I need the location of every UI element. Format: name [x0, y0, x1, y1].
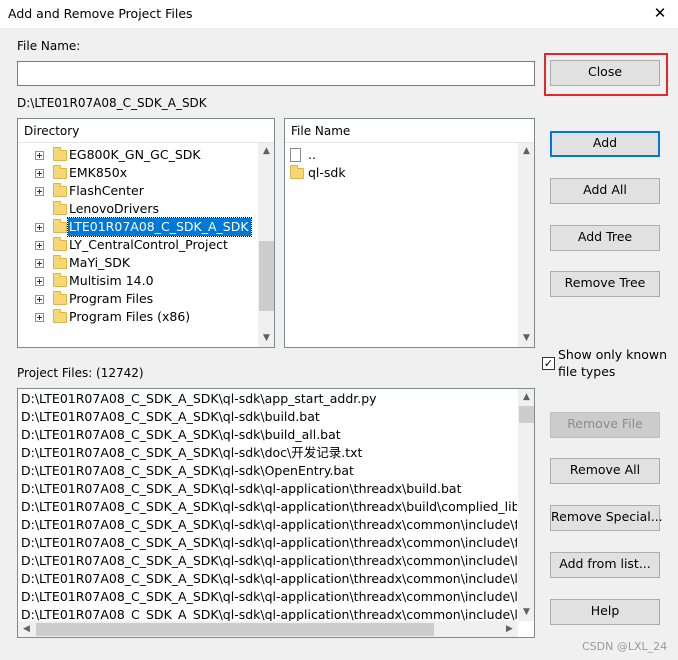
project-files-label: Project Files: (12742) — [17, 366, 144, 380]
remove-file-button[interactable]: Remove File — [550, 412, 660, 438]
remove-tree-button[interactable]: Remove Tree — [550, 271, 660, 297]
folder-icon — [53, 147, 67, 161]
file-name-label: File Name: — [17, 39, 81, 53]
folder-icon — [53, 165, 67, 179]
folder-icon — [53, 219, 67, 233]
directory-item[interactable]: EMK850x — [68, 164, 129, 182]
expand-icon[interactable] — [35, 259, 44, 268]
project-file-item[interactable]: D:\LTE01R07A08_C_SDK_A_SDK\ql-sdk\ql-app… — [21, 588, 517, 606]
expand-icon[interactable] — [35, 151, 44, 160]
project-file-item[interactable]: D:\LTE01R07A08_C_SDK_A_SDK\ql-sdk\build.… — [21, 408, 517, 426]
remove-special-button[interactable]: Remove Special... — [550, 505, 663, 531]
show-known-checkbox[interactable]: ✓ — [542, 357, 555, 370]
project-file-item[interactable]: D:\LTE01R07A08_C_SDK_A_SDK\ql-sdk\app_st… — [21, 390, 517, 408]
expand-icon[interactable] — [35, 169, 44, 178]
scroll-up-icon[interactable]: ▲ — [258, 143, 274, 160]
project-files-hscrollbar[interactable]: ◀ ▶ — [18, 621, 518, 637]
scroll-up-icon[interactable]: ▲ — [518, 389, 534, 406]
folder-icon — [53, 183, 67, 197]
show-known-label: Show only known file types — [558, 347, 668, 379]
directory-item[interactable]: EG800K_GN_GC_SDK — [68, 146, 203, 164]
project-file-item[interactable]: D:\LTE01R07A08_C_SDK_A_SDK\ql-sdk\build_… — [21, 426, 517, 444]
folder-icon — [53, 291, 67, 305]
project-files-list[interactable]: D:\LTE01R07A08_C_SDK_A_SDK\ql-sdk\app_st… — [17, 388, 535, 638]
directory-item[interactable]: Program Files — [68, 290, 155, 308]
add-from-list-button[interactable]: Add from list... — [550, 552, 660, 578]
current-path: D:\LTE01R07A08_C_SDK_A_SDK — [17, 96, 207, 110]
directory-scrollbar[interactable]: ▲ ▼ — [258, 143, 274, 347]
project-file-item[interactable]: D:\LTE01R07A08_C_SDK_A_SDK\ql-sdk\ql-app… — [21, 534, 517, 552]
folder-icon — [53, 201, 67, 215]
help-button[interactable]: Help — [550, 599, 660, 625]
file-name-input[interactable] — [17, 61, 535, 86]
file-list-panel[interactable]: File Name .. ql-sdk ▲ ▼ — [284, 118, 535, 348]
scroll-thumb[interactable] — [259, 241, 274, 311]
scroll-thumb[interactable] — [36, 623, 434, 636]
directory-panel[interactable]: Directory EG800K_GN_GC_SDK EMK850x FlashCe… — [17, 118, 275, 348]
file-list-header[interactable]: File Name — [285, 119, 534, 143]
directory-item[interactable]: Multisim 14.0 — [68, 272, 156, 290]
scroll-down-icon[interactable]: ▼ — [258, 330, 274, 347]
project-files-vscrollbar[interactable]: ▲ ▼ — [518, 389, 534, 621]
directory-item[interactable]: Program Files (x86) — [68, 308, 192, 326]
file-list-item[interactable]: .. — [308, 146, 316, 164]
file-list-scrollbar[interactable]: ▲ ▼ — [518, 143, 534, 347]
scroll-down-icon[interactable]: ▼ — [518, 330, 534, 347]
folder-icon — [53, 255, 67, 269]
expand-icon[interactable] — [35, 313, 44, 322]
project-file-item[interactable]: D:\LTE01R07A08_C_SDK_A_SDK\ql-sdk\ql-app… — [21, 516, 517, 534]
add-button[interactable]: Add — [550, 131, 660, 157]
folder-icon — [53, 273, 67, 287]
file-list-item[interactable]: ql-sdk — [308, 164, 346, 182]
add-tree-button[interactable]: Add Tree — [550, 225, 660, 251]
project-file-item[interactable]: D:\LTE01R07A08_C_SDK_A_SDK\ql-sdk\ql-app… — [21, 480, 517, 498]
scroll-up-icon[interactable]: ▲ — [518, 143, 534, 160]
directory-item-selected[interactable]: LTE01R07A08_C_SDK_A_SDK — [67, 217, 252, 237]
project-file-item[interactable]: D:\LTE01R07A08_C_SDK_A_SDK\ql-sdk\doc\开发… — [21, 444, 517, 462]
directory-item[interactable]: FlashCenter — [68, 182, 146, 200]
project-file-item[interactable]: D:\LTE01R07A08_C_SDK_A_SDK\ql-sdk\ql-app… — [21, 498, 517, 516]
window-title: Add and Remove Project Files — [8, 6, 193, 21]
close-icon[interactable]: ✕ — [651, 4, 669, 22]
scroll-right-icon[interactable]: ▶ — [501, 621, 518, 637]
watermark: CSDN @LXL_24 — [582, 640, 668, 653]
expand-icon[interactable] — [35, 187, 44, 196]
scroll-down-icon[interactable]: ▼ — [518, 604, 534, 621]
folder-icon — [290, 165, 304, 179]
close-button[interactable]: Close — [550, 60, 660, 86]
scroll-thumb[interactable] — [519, 406, 534, 423]
add-all-button[interactable]: Add All — [550, 178, 660, 204]
project-file-item[interactable]: D:\LTE01R07A08_C_SDK_A_SDK\ql-sdk\OpenEn… — [21, 462, 517, 480]
directory-header[interactable]: Directory — [18, 119, 274, 143]
expand-icon[interactable] — [35, 223, 44, 232]
folder-icon — [53, 237, 67, 251]
remove-all-button[interactable]: Remove All — [550, 458, 660, 484]
scroll-left-icon[interactable]: ◀ — [18, 621, 35, 637]
folder-icon — [53, 309, 67, 323]
expand-icon[interactable] — [35, 277, 44, 286]
project-file-item[interactable]: D:\LTE01R07A08_C_SDK_A_SDK\ql-sdk\ql-app… — [21, 570, 517, 588]
directory-item[interactable]: MaYi_SDK — [68, 254, 132, 272]
parent-doc-icon — [290, 148, 301, 162]
project-file-item[interactable]: D:\LTE01R07A08_C_SDK_A_SDK\ql-sdk\ql-app… — [21, 552, 517, 570]
directory-item[interactable]: LenovoDrivers — [68, 200, 161, 218]
expand-icon[interactable] — [35, 241, 44, 250]
expand-icon[interactable] — [35, 295, 44, 304]
directory-item[interactable]: LY_CentralControl_Project — [68, 236, 230, 254]
